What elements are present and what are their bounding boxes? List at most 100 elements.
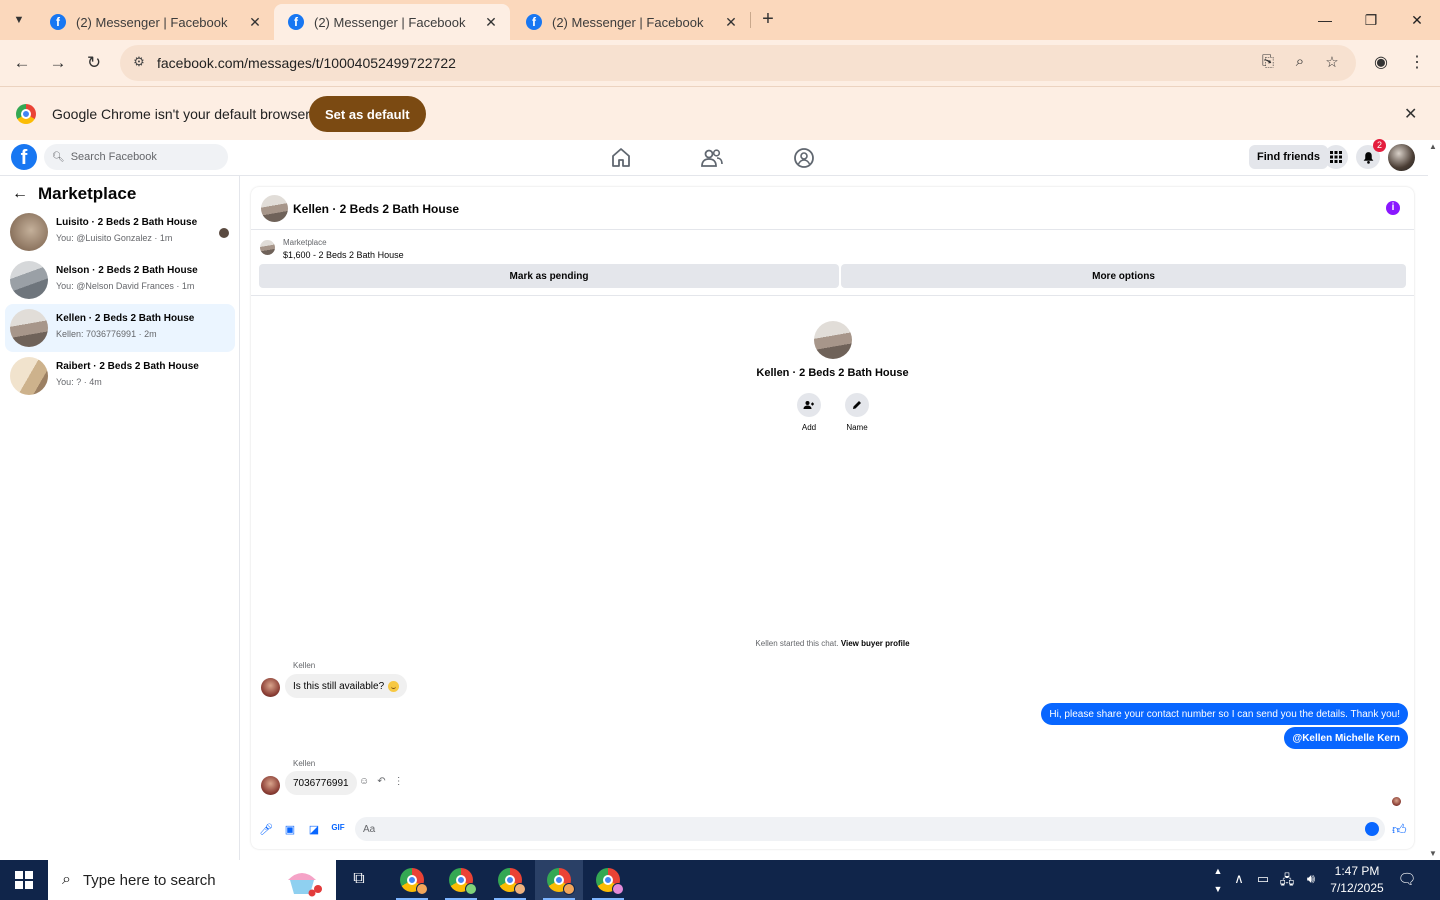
tab-search-button[interactable]: ▼ [6,8,32,32]
search-input[interactable] [70,151,221,163]
facebook-logo-icon[interactable]: f [11,144,37,170]
account-avatar[interactable] [1388,144,1415,171]
taskbar-chrome-3[interactable] [486,860,534,900]
back-button[interactable]: ← [8,49,36,77]
add-people-button[interactable]: Add [796,393,822,432]
sender-avatar[interactable] [261,776,280,795]
conversation-preview: You: @Luisito Gonzalez · 1m [56,233,173,243]
more-menu-icon[interactable]: ⋮ [1406,52,1428,74]
new-tab-button[interactable]: + [756,8,780,32]
start-button[interactable] [0,860,48,900]
react-icon[interactable]: ☺ [359,776,369,787]
tab-title: (2) Messenger | Facebook [76,14,228,30]
chat-title[interactable]: Kellen · 2 Beds 2 Bath House [293,202,459,216]
url-text[interactable]: facebook.com/messages/t/1000405249972272… [157,55,456,71]
listing-bar: Marketplace $1,600 - 2 Beds 2 Bath House… [251,230,1414,296]
close-tab-icon[interactable]: ✕ [246,14,264,31]
message-bubble-outgoing[interactable]: Hi, please share your contact number so … [1041,703,1408,725]
default-browser-infobar: Google Chrome isn't your default browser… [0,86,1440,140]
minimize-icon: — [1318,12,1332,28]
maximize-button[interactable]: ❐ [1348,0,1394,40]
taskbar-chrome-1[interactable] [388,860,436,900]
taskbar-chrome-5[interactable] [584,860,632,900]
menu-button[interactable] [1324,145,1348,169]
chat-panel: Kellen · 2 Beds 2 Bath House i Marketpla… [251,187,1414,849]
message-actions: ☺ ↶ ⋮ [359,776,404,787]
sticker-icon[interactable]: ◪ [307,823,321,837]
minimize-button[interactable]: — [1302,0,1348,40]
close-tab-icon[interactable]: ✕ [722,14,740,31]
close-icon[interactable]: ✕ [1404,104,1417,124]
reply-icon[interactable]: ↶ [377,776,385,787]
gif-icon[interactable]: GIF [331,823,345,837]
microphone-icon[interactable]: 🎤︎ [259,823,273,837]
taskbar-chrome-2[interactable] [437,860,485,900]
taskbar-chrome-4[interactable] [535,860,583,900]
site-settings-icon[interactable]: ⚙ [130,54,148,72]
chat-profile-thumbnail[interactable] [813,321,852,359]
facebook-favicon-icon: f [50,14,66,30]
meet-now-icon[interactable]: ▭ [1254,871,1272,889]
view-buyer-profile-link[interactable]: View buyer profile [841,639,910,648]
chat-profile-summary: Kellen · 2 Beds 2 Bath House [251,321,1414,379]
chevron-down-icon[interactable]: ▼ [1212,880,1224,898]
forward-button[interactable]: → [44,49,72,77]
network-icon[interactable]: 🖧︎ [1278,871,1296,889]
close-window-button[interactable]: ✕ [1394,0,1440,40]
scroll-down-icon[interactable]: ▼ [1429,849,1437,858]
listing-label: Marketplace [283,238,327,247]
search-icon: 🔍︎ [52,151,65,163]
taskbar-scroll[interactable]: ▲ ▼ [1212,862,1224,898]
mark-as-pending-button[interactable]: Mark as pending [259,264,839,288]
profile-icon[interactable]: ◉ [1370,52,1392,74]
message-text: 7036776991 [293,777,349,789]
show-hidden-icons-icon[interactable]: ∧ [1230,871,1248,889]
more-options-button[interactable]: More options [841,264,1406,288]
clock-date: 7/12/2025 [1330,881,1384,895]
name-label: Name [846,423,868,432]
conversation-item-kellen[interactable]: Kellen · 2 Beds 2 Bath House Kellen: 703… [5,304,235,352]
close-tab-icon[interactable]: ✕ [482,14,500,31]
listing-price-title[interactable]: $1,600 - 2 Beds 2 Bath House [283,250,404,260]
more-icon[interactable]: ⋮ [394,776,404,787]
page-scrollbar[interactable]: ▲ ▼ [1428,140,1440,860]
conversation-preview: Kellen: 7036776991 · 2m [56,329,157,339]
volume-icon[interactable]: 🔊︎ [1302,871,1320,889]
marketplace-header: ← Marketplace [12,184,136,204]
taskbar-clock[interactable]: 1:47 PM 7/12/2025 [1322,863,1392,897]
scroll-up-icon[interactable]: ▲ [1429,142,1437,151]
message-input[interactable] [355,817,1385,841]
friends-icon[interactable] [700,146,724,170]
groups-icon[interactable] [792,146,816,170]
conversation-item-raibert[interactable]: Raibert · 2 Beds 2 Bath House You: ? · 4… [5,352,235,400]
edit-name-button[interactable]: Name [844,393,870,432]
set-as-default-button[interactable]: Set as default [309,96,426,132]
listing-thumbnail[interactable] [260,240,275,255]
thumbs-up-icon[interactable]: 👍︎ [1392,821,1407,838]
action-center-icon[interactable]: 🗨︎ [1396,870,1418,890]
chat-thumbnail[interactable] [261,195,288,222]
conversation-item-luisito[interactable]: Luisito · 2 Beds 2 Bath House You: @Luis… [5,208,235,256]
find-friends-button[interactable]: Find friends [1249,145,1328,169]
arrow-left-icon[interactable]: ← [12,185,28,203]
reload-button[interactable]: ↻ [80,49,108,77]
home-icon[interactable] [609,146,633,170]
facebook-search[interactable]: 🔍︎ [44,144,228,170]
bookmark-star-icon[interactable]: ☆ [1322,53,1342,73]
task-view-icon[interactable]: ⧉ [348,870,370,890]
address-bar[interactable]: ⚙ facebook.com/messages/t/10004052499722… [120,45,1356,81]
photo-icon[interactable]: ▣ [283,823,297,837]
browser-tab-3[interactable]: f (2) Messenger | Facebook ✕ [512,4,750,40]
message-bubble-incoming[interactable]: Is this still available? [285,674,408,698]
sender-avatar[interactable] [261,678,280,697]
message-bubble-incoming[interactable]: 7036776991 [285,771,357,795]
browser-tab-2[interactable]: f (2) Messenger | Facebook ✕ [274,4,510,40]
conversation-item-nelson[interactable]: Nelson · 2 Beds 2 Bath House You: @Nelso… [5,256,235,304]
browser-tab-1[interactable]: f (2) Messenger | Facebook ✕ [36,4,274,40]
emoji-icon[interactable] [1365,822,1379,836]
install-app-icon[interactable]: ⎘ [1258,53,1278,73]
zoom-icon[interactable]: ⌕ [1290,53,1310,73]
info-icon[interactable]: i [1386,201,1400,215]
message-bubble-outgoing[interactable]: @Kellen Michelle Kern [1284,727,1408,749]
chevron-up-icon[interactable]: ▲ [1212,862,1224,880]
